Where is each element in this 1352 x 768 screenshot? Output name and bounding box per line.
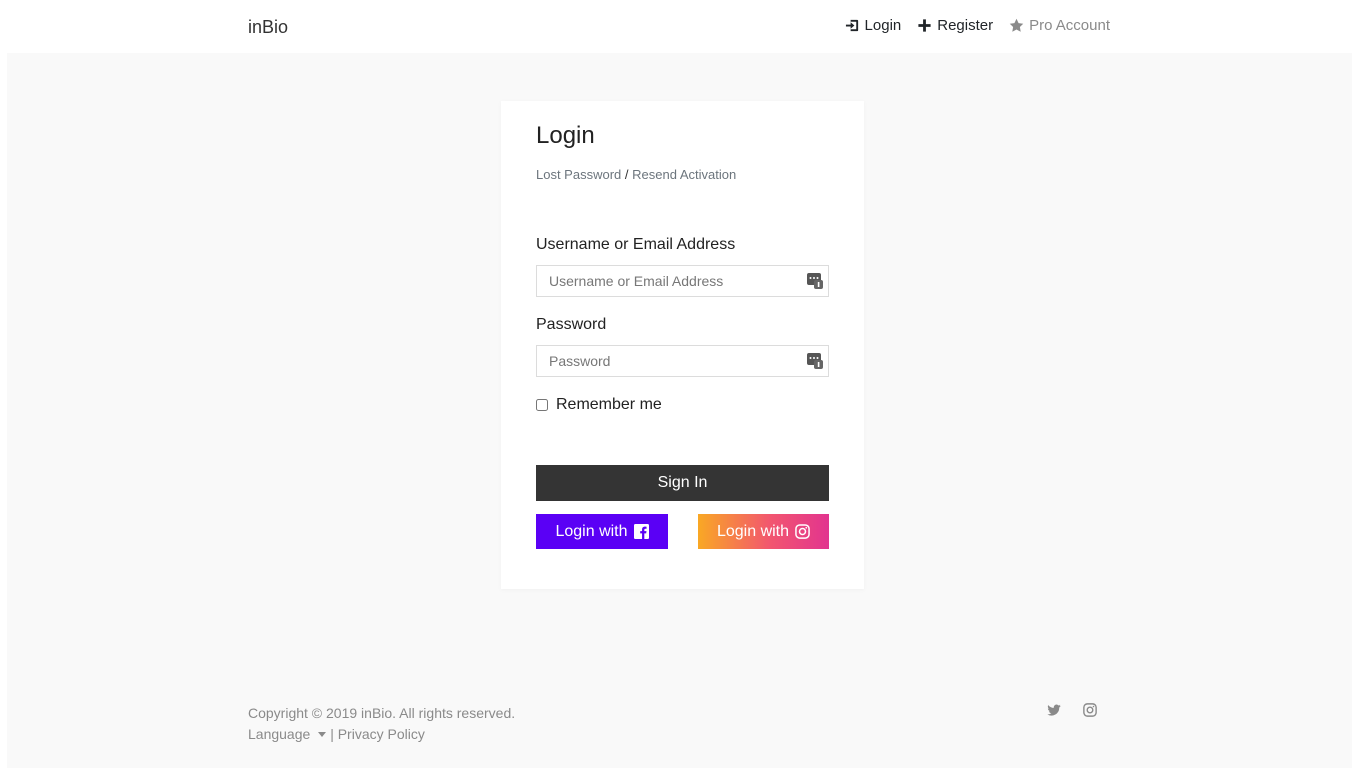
facebook-icon [633, 524, 649, 539]
nav-register[interactable]: Register [917, 17, 993, 34]
password-manager-icon[interactable] [807, 353, 823, 369]
nav-pro-label: Pro Account [1029, 17, 1110, 34]
password-manager-icon[interactable] [807, 273, 823, 289]
remember-me-checkbox[interactable] [536, 399, 548, 411]
footer: Copyright © 2019 inBio. All rights reser… [248, 703, 515, 745]
remember-me-label: Remember me [556, 396, 662, 413]
main-content: Login Lost Password / Resend Activation … [7, 53, 1352, 768]
copyright-text: Copyright © 2019 inBio. All rights reser… [248, 705, 516, 721]
username-field-wrap [536, 265, 829, 297]
username-input[interactable] [536, 265, 829, 297]
login-with-instagram-button[interactable]: Login with [698, 514, 829, 549]
plus-icon [917, 18, 932, 33]
brand-logo[interactable]: inBio [248, 17, 288, 38]
language-label: Language [248, 726, 311, 742]
footer-social-icons [1047, 703, 1097, 717]
instagram-icon[interactable] [1083, 703, 1097, 717]
footer-divider: | [330, 726, 334, 742]
resend-activation-link[interactable]: Resend Activation [632, 167, 736, 182]
password-label: Password [536, 316, 607, 333]
password-field-wrap [536, 345, 829, 377]
star-icon [1009, 18, 1024, 33]
language-dropdown[interactable]: Language [248, 724, 327, 745]
login-card: Login Lost Password / Resend Activation … [501, 101, 864, 589]
nav-links: Login Register Pro Account [845, 17, 1110, 34]
sign-in-button[interactable]: Sign In [536, 465, 829, 501]
password-input[interactable] [536, 345, 829, 377]
nav-register-label: Register [937, 17, 994, 34]
remember-me-row[interactable]: Remember me [536, 396, 662, 414]
login-title: Login [536, 122, 595, 149]
username-label: Username or Email Address [536, 236, 736, 253]
footer-links: Language | Privacy Policy [248, 724, 515, 745]
nav-login-label: Login [864, 17, 902, 34]
sign-in-icon [845, 18, 860, 33]
link-separator: / [624, 167, 629, 182]
instagram-icon [795, 524, 810, 539]
instagram-button-label: Login with [716, 522, 790, 540]
account-recovery-links: Lost Password / Resend Activation [536, 167, 736, 182]
top-navbar: inBio Login Register Pro Account [0, 0, 1352, 53]
lost-password-link[interactable]: Lost Password [536, 167, 621, 182]
caret-down-icon [318, 732, 327, 737]
nav-login[interactable]: Login [845, 17, 902, 34]
login-with-facebook-button[interactable]: Login with [536, 514, 668, 549]
facebook-button-label: Login with [555, 522, 628, 540]
twitter-icon[interactable] [1047, 703, 1061, 717]
privacy-policy-link[interactable]: Privacy Policy [338, 726, 425, 742]
nav-pro-account[interactable]: Pro Account [1009, 17, 1110, 34]
